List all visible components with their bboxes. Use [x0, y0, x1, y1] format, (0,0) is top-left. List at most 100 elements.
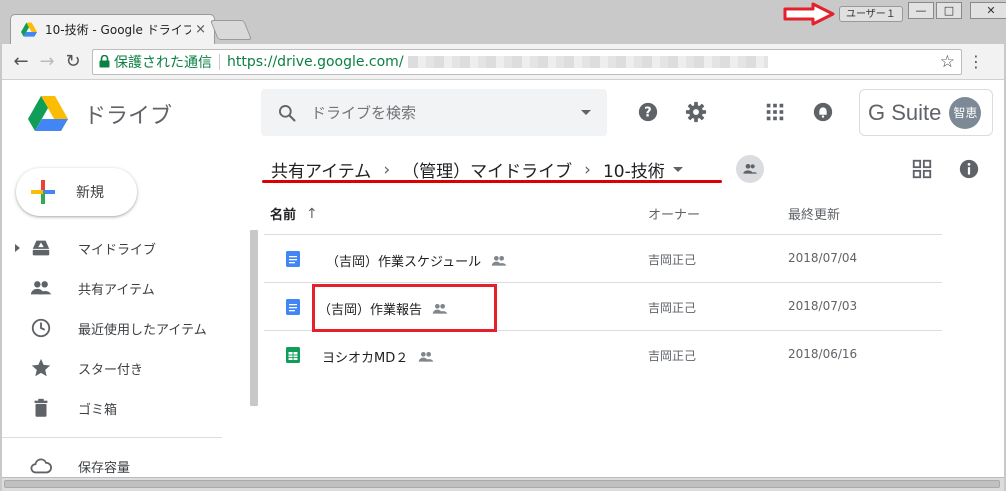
avatar[interactable]: 智恵	[949, 96, 982, 129]
sidebar-item-my-drive[interactable]: マイドライブ	[2, 230, 222, 266]
sidebar-item-label: スター付き	[78, 362, 144, 378]
sidebar-item-starred[interactable]: スター付き	[2, 350, 222, 386]
column-header-owner[interactable]: オーナー	[648, 204, 700, 223]
sidebar-item-label: 保存容量	[78, 460, 131, 476]
people-icon	[30, 281, 52, 295]
column-header-modified[interactable]: 最終更新	[788, 204, 840, 223]
sort-ascending-icon[interactable]: ↑	[306, 206, 318, 222]
sidebar-item-shared[interactable]: 共有アイテム	[2, 270, 222, 306]
annotation-underline	[262, 180, 722, 183]
file-modified-date: 2018/06/16	[788, 347, 858, 361]
google-sheets-icon	[286, 347, 300, 363]
google-docs-icon	[286, 299, 300, 315]
gsuite-logo: G Suite	[868, 99, 942, 125]
browser-menu-icon[interactable]: ⋮	[962, 52, 990, 71]
user-profile-badge[interactable]: ユーザー１	[839, 6, 903, 22]
breadcrumb-separator: ›	[584, 159, 591, 180]
horizontal-scrollbar[interactable]	[2, 477, 1004, 491]
people-icon	[743, 164, 758, 174]
sidebar-item-label: マイドライブ	[78, 242, 157, 258]
breadcrumb-item-admin-drive[interactable]: （管理）マイドライブ	[402, 157, 572, 182]
google-drive-logo-icon	[28, 96, 68, 131]
google-drive-favicon-icon	[21, 22, 37, 37]
notifications-icon[interactable]	[812, 101, 834, 123]
red-arrow-icon	[783, 2, 835, 26]
address-bar[interactable]: 保護された通信 https://drive.google.com/ ☆	[92, 48, 962, 75]
file-name[interactable]: ヨシオカMD２	[322, 347, 434, 366]
tab-title: 10-技術 - Google ドライブ	[45, 23, 192, 37]
file-owner: 吉岡正己	[648, 253, 697, 267]
close-window-button[interactable]: ✕	[970, 2, 1006, 19]
grid-view-icon[interactable]	[911, 158, 933, 180]
apps-grid-icon[interactable]	[764, 101, 786, 123]
search-input[interactable]: ドライブを検索	[311, 102, 581, 123]
breadcrumb-separator: ›	[383, 159, 391, 180]
window-controls: — □ ✕	[906, 2, 1006, 19]
file-owner: 吉岡正己	[648, 349, 697, 363]
shared-folder-badge[interactable]	[736, 155, 764, 183]
sidebar-item-label: 共有アイテム	[78, 282, 155, 298]
clock-icon	[31, 318, 51, 338]
file-name[interactable]: （吉岡）作業スケジュール	[326, 251, 507, 270]
drive-app: ドライブ ドライブを検索 ? G Suite 智恵 共有アイテム › （管理）マ…	[2, 80, 1004, 477]
star-icon	[31, 358, 51, 377]
file-modified-date: 2018/07/04	[788, 251, 858, 265]
app-name: ドライブ	[84, 104, 173, 129]
url-text[interactable]: https://drive.google.com/	[227, 54, 404, 70]
cloud-icon	[30, 458, 52, 474]
browser-toolbar: ← → ↻ 保護された通信 https://drive.google.com/ …	[2, 44, 1004, 80]
reload-button[interactable]: ↻	[60, 51, 86, 72]
table-row[interactable]: （吉岡）作業スケジュール 吉岡正己 2018/07/04	[264, 235, 942, 283]
drive-search-box[interactable]: ドライブを検索	[261, 89, 607, 136]
sidebar-item-label: ゴミ箱	[78, 402, 118, 418]
info-icon[interactable]	[958, 158, 980, 180]
annotation-highlight-box	[312, 284, 497, 332]
help-icon[interactable]: ?	[637, 101, 659, 123]
bookmark-star-icon[interactable]: ☆	[940, 52, 955, 72]
new-button[interactable]: 新規	[16, 168, 137, 216]
breadcrumb-item-shared[interactable]: 共有アイテム	[271, 157, 371, 182]
user-area: ユーザー１	[783, 2, 903, 26]
trash-icon	[34, 398, 48, 417]
browser-titlebar: 10-技術 - Google ドライブ × ユーザー１ — □ ✕	[0, 0, 1006, 44]
horizontal-scrollbar-thumb[interactable]	[4, 480, 1000, 488]
maximize-button[interactable]: □	[936, 2, 962, 19]
sidebar-item-trash[interactable]: ゴミ箱	[2, 390, 222, 426]
file-owner: 吉岡正己	[648, 301, 697, 315]
column-header-name-label: 名前	[270, 208, 297, 223]
sidebar-scrollbar[interactable]	[250, 230, 258, 406]
folder-menu-caret-icon[interactable]	[672, 167, 683, 172]
lock-icon	[99, 55, 110, 68]
svg-text:?: ?	[644, 106, 651, 121]
column-header-name[interactable]: 名前 ↑	[270, 204, 318, 224]
new-tab-button[interactable]	[209, 20, 253, 40]
search-icon[interactable]	[277, 103, 297, 123]
settings-icon[interactable]	[685, 101, 707, 123]
secure-connection-label: 保護された通信	[114, 54, 212, 71]
google-docs-icon	[286, 251, 300, 267]
forward-button[interactable]: →	[34, 51, 60, 72]
shared-people-icon	[491, 255, 507, 266]
shared-people-icon	[418, 351, 434, 362]
minimize-button[interactable]: —	[908, 2, 934, 19]
table-row[interactable]: ヨシオカMD２ 吉岡正己 2018/06/16	[264, 331, 942, 379]
search-options-icon[interactable]	[581, 110, 591, 115]
sidebar-item-label: 最近使用したアイテム	[78, 322, 207, 338]
new-button-label: 新規	[76, 185, 104, 201]
address-separator	[219, 53, 220, 70]
my-drive-icon	[32, 240, 50, 256]
file-modified-date: 2018/07/03	[788, 299, 858, 313]
browser-tab[interactable]: 10-技術 - Google ドライブ ×	[10, 14, 215, 44]
file-name-text: （吉岡）作業スケジュール	[326, 255, 482, 270]
sidebar-divider	[2, 437, 222, 438]
tab-close-icon[interactable]: ×	[195, 22, 206, 37]
sidebar-item-storage[interactable]: 保存容量	[2, 448, 222, 477]
file-name-text: ヨシオカMD２	[322, 351, 409, 366]
breadcrumb-item-current-folder[interactable]: 10-技術	[603, 157, 665, 182]
sidebar-item-recent[interactable]: 最近使用したアイテム	[2, 310, 222, 346]
back-button[interactable]: ←	[8, 51, 34, 72]
gsuite-account-button[interactable]: G Suite 智恵	[859, 89, 993, 136]
plus-icon	[31, 180, 55, 204]
expand-arrow-icon[interactable]	[15, 244, 20, 252]
breadcrumb: 共有アイテム › （管理）マイドライブ › 10-技術	[271, 157, 683, 182]
